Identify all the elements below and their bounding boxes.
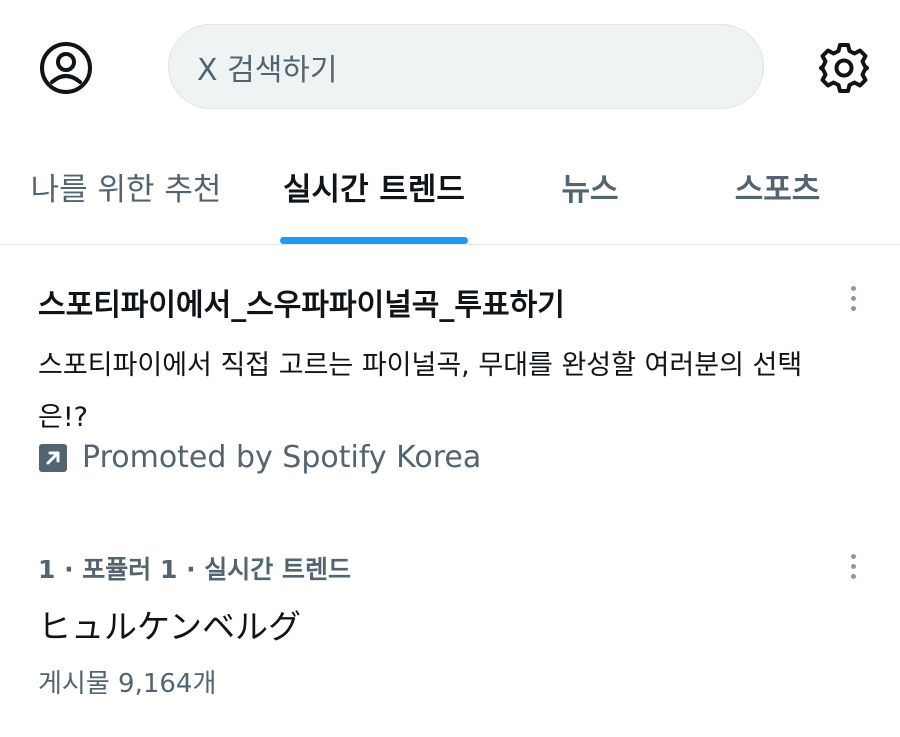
promoted-by: Promoted by Spotify Korea [38,440,481,475]
tab-label: 나를 위한 추천 [30,172,222,208]
promoted-trend-description: 스포티파이에서 직접 고르는 파이널곡, 무대를 완성할 여러분의 선택은!? [38,350,803,433]
search-placeholder: X 검색하기 [197,52,338,88]
trend-meta: 1 · 포퓰러 1 · 실시간 트렌드 [38,555,352,584]
promoted-trend[interactable]: 스포티파이에서_스우파파이널곡_투표하기 스포티파이에서 직접 고르는 파이널곡… [0,270,900,485]
gear-icon[interactable] [816,40,872,96]
account-circle-icon[interactable] [38,40,94,96]
trend-name: ヒュルケンベルグ [38,607,302,646]
promoted-trend-title: 스포티파이에서_스우파파이널곡_투표하기 [38,288,565,323]
promoted-arrow-icon [39,443,67,472]
tab-label: 뉴스 [561,172,619,208]
tab-sports[interactable]: 스포츠 [730,150,825,244]
top-bar: X 검색하기 [0,0,900,135]
more-options-icon[interactable] [838,278,868,318]
trend-item[interactable]: 1 · 포퓰러 1 · 실시간 트렌드 ヒュルケンベルグ 게시물 9,164개 [0,540,900,700]
tab-for-you[interactable]: 나를 위한 추천 [28,150,224,244]
trend-post-count: 게시물 9,164개 [38,669,217,699]
tab-label: 실시간 트렌드 [283,172,465,208]
promoted-by-label: Promoted by Spotify Korea [82,440,482,475]
search-input[interactable]: X 검색하기 [168,24,764,109]
tab-bar: 나를 위한 추천 실시간 트렌드 뉴스 스포츠 [0,150,900,245]
active-tab-indicator [280,237,468,244]
tab-label: 스포츠 [734,172,821,208]
tab-news[interactable]: 뉴스 [555,150,625,244]
more-options-icon[interactable] [838,546,868,586]
tab-trending[interactable]: 실시간 트렌드 [280,150,468,244]
